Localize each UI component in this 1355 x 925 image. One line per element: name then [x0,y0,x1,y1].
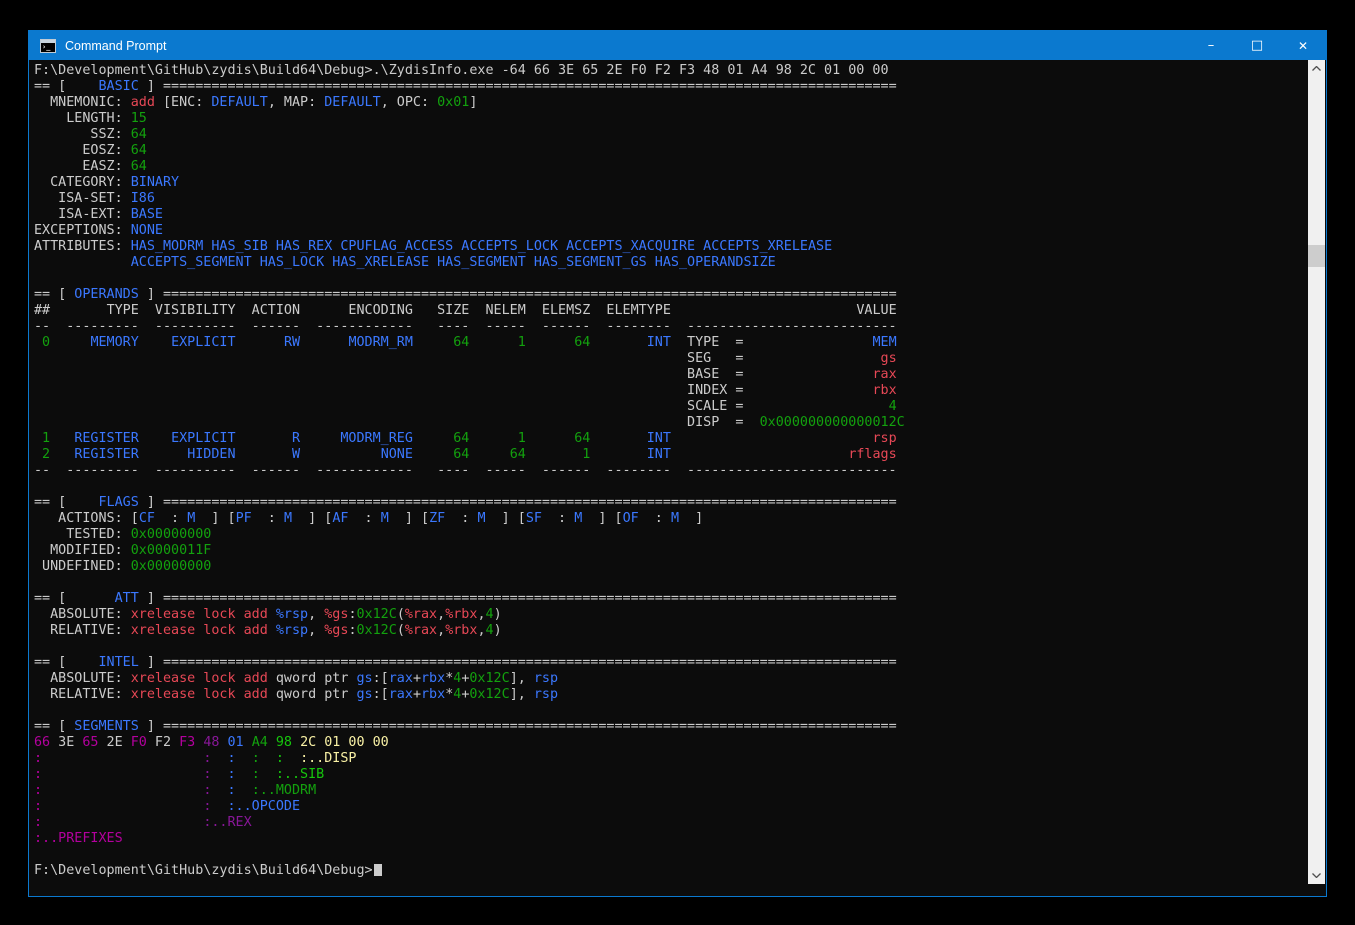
console-line: INDEX = rbx [34,383,1308,399]
console-line: EXCEPTIONS: NONE [34,223,1308,239]
console-line: -- --------- ---------- ------ ---------… [34,463,1308,479]
console-line: ATTRIBUTES: HAS_MODRM HAS_SIB HAS_REX CP… [34,239,1308,255]
console-line [34,639,1308,655]
console-line: ABSOLUTE: xrelease lock add %rsp, %gs:0x… [34,607,1308,623]
console-line: 1 REGISTER EXPLICIT R MODRM_REG 64 1 64 … [34,431,1308,447]
console-line: 0 MEMORY EXPLICIT RW MODRM_RM 64 1 64 IN… [34,335,1308,351]
scroll-down-arrow-icon[interactable] [1308,867,1325,884]
console-line [34,575,1308,591]
console-line: 66 3E 65 2E F0 F2 F3 48 01 A4 98 2C 01 0… [34,735,1308,751]
console-line: MNEMONIC: add [ENC: DEFAULT, MAP: DEFAUL… [34,95,1308,111]
command-prompt-window: Command Prompt – □ ✕ F:\Development\GitH… [28,30,1327,897]
titlebar[interactable]: Command Prompt – □ ✕ [29,31,1326,60]
scrollbar[interactable] [1308,60,1325,884]
console-line: == [ OPERANDS ] ========================… [34,287,1308,303]
console-line: RELATIVE: xrelease lock add qword ptr gs… [34,687,1308,703]
console-line: ACTIONS: [CF : M ] [PF : M ] [AF : M ] [… [34,511,1308,527]
console-line: SCALE = 4 [34,399,1308,415]
maximize-button[interactable]: □ [1234,31,1280,60]
cmd-prompt-icon [40,39,56,53]
scrollbar-thumb[interactable] [1308,245,1325,267]
console-line: ACCEPTS_SEGMENT HAS_LOCK HAS_XRELEASE HA… [34,255,1308,271]
minimize-button[interactable]: – [1188,31,1234,60]
console-line: MODIFIED: 0x0000011F [34,543,1308,559]
console-line: SSZ: 64 [34,127,1308,143]
text-cursor [374,864,382,876]
console-line: DISP = 0x000000000000012C [34,415,1308,431]
console-line: F:\Development\GitHub\zydis\Build64\Debu… [34,863,1308,879]
console-line: : : : : : :..DISP [34,751,1308,767]
console-line: 2 REGISTER HIDDEN W NONE 64 64 1 INT rfl… [34,447,1308,463]
console-line: ISA-EXT: BASE [34,207,1308,223]
console-line: == [ ATT ] =============================… [34,591,1308,607]
console-line: ## TYPE VISIBILITY ACTION ENCODING SIZE … [34,303,1308,319]
console-line: CATEGORY: BINARY [34,175,1308,191]
console-line: SEG = gs [34,351,1308,367]
console-line: TESTED: 0x00000000 [34,527,1308,543]
console-line: LENGTH: 15 [34,111,1308,127]
console-line: :..PREFIXES [34,831,1308,847]
close-button[interactable]: ✕ [1280,31,1326,60]
console-line [34,847,1308,863]
console-line [34,271,1308,287]
console-line: RELATIVE: xrelease lock add %rsp, %gs:0x… [34,623,1308,639]
console-line: == [ SEGMENTS ] ========================… [34,719,1308,735]
console-line: == [ BASIC ] ===========================… [34,79,1308,95]
console-line: : : :..OPCODE [34,799,1308,815]
scroll-up-arrow-icon[interactable] [1308,60,1325,77]
console-line [34,703,1308,719]
console-line: F:\Development\GitHub\zydis\Build64\Debu… [34,63,1308,79]
console-line: : :..REX [34,815,1308,831]
console-output: F:\Development\GitHub\zydis\Build64\Debu… [30,60,1308,895]
console-line: UNDEFINED: 0x00000000 [34,559,1308,575]
console-line: == [ INTEL ] ===========================… [34,655,1308,671]
console-line: == [ FLAGS ] ===========================… [34,495,1308,511]
console-line: : : : :..MODRM [34,783,1308,799]
window-title: Command Prompt [65,39,1188,53]
console-line: : : : : :..SIB [34,767,1308,783]
console-line: EOSZ: 64 [34,143,1308,159]
console-line: EASZ: 64 [34,159,1308,175]
console-line [34,479,1308,495]
console-line: ISA-SET: I86 [34,191,1308,207]
console-line: -- --------- ---------- ------ ---------… [34,319,1308,335]
console-line: ABSOLUTE: xrelease lock add qword ptr gs… [34,671,1308,687]
console-line: BASE = rax [34,367,1308,383]
